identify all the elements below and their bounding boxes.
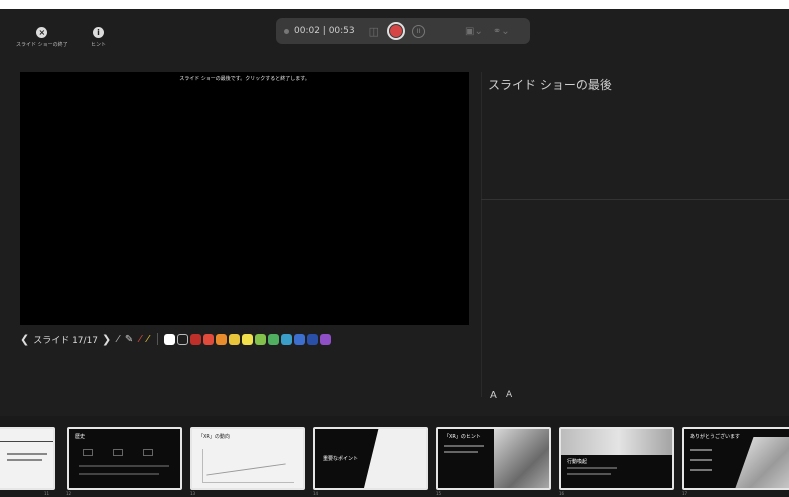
thumbnail-slide-14[interactable]: 重要なポイント [313,427,428,490]
pen-icon[interactable]: ✎ [125,334,133,345]
end-slideshow-label: スライド ショーの終了 [16,42,68,48]
presenter-view: × スライド ショーの終了 i ヒント 00:02 | 00:53 ◫ II ▣… [0,9,789,497]
previous-slide-button[interactable]: ❮ [20,333,29,346]
notes-title: スライド ショーの最後 [488,78,612,92]
record-button[interactable] [387,22,406,40]
thumbnail-title: ありがとうございます [690,434,741,440]
pause-button[interactable]: II [412,24,426,38]
thumbnail-title: 行動喚起 [567,459,588,465]
thumbnail-slide-17[interactable]: ありがとうございます [682,427,789,490]
slide-number-15: 15 [436,491,442,496]
thumbnail-title: 「XR」のヒント [444,434,481,440]
notes-border [481,72,482,397]
camera-icon[interactable]: ▣⌄ [465,26,483,37]
next-slide-button[interactable]: ❯ [102,333,111,346]
current-slide[interactable]: スライド ショーの最後です。クリックすると終了します。 [20,72,469,325]
pen-color-swatch[interactable] [319,333,331,345]
pen-color-swatch[interactable] [202,333,214,345]
record-icon [390,25,403,37]
slide-number-11: 11 [44,491,50,496]
thumbnail-title: 重要なポイント [323,456,359,462]
pen-color-swatch[interactable] [176,333,188,345]
recording-time: 00:02 | 00:53 [294,26,355,36]
notes-divider [481,199,789,200]
slide-counter: スライド 17/17 [33,335,99,346]
pen-color-palette [163,333,333,345]
slide-filmstrip: 11 歴史 12 「XR」の動向 13 重要なポイント 14 「XR」のヒント [0,416,789,497]
eraser-icon[interactable]: ⁄ [147,334,149,345]
slide-number-12: 12 [66,491,72,496]
pen-color-swatch[interactable] [241,333,253,345]
trash-icon[interactable]: ◫ [369,25,379,38]
thumbnail-slide-16[interactable]: 行動喚起 [559,427,674,490]
info-icon: i [93,27,104,38]
recording-bar: 00:02 | 00:53 ◫ II ▣⌄ ⚭⌄ [276,18,530,44]
pen-color-swatch[interactable] [228,333,240,345]
recording-status-icon [284,28,289,34]
microphone-icon[interactable]: ⚭⌄ [493,26,510,37]
thumbnail-slide-15[interactable]: 「XR」のヒント [436,427,551,490]
close-icon: × [36,27,48,38]
thumbnail-title: 歴史 [75,434,86,440]
slide-number-14: 14 [313,491,319,496]
pen-color-swatch[interactable] [267,333,279,345]
hint-label: ヒント [91,42,107,48]
notes-panel[interactable]: スライド ショーの最後 A A [481,72,789,401]
pen-color-swatch[interactable] [280,333,292,345]
toolbar-separator [156,333,158,345]
thumbnail-slide-11[interactable] [0,427,55,490]
slide-number-16: 16 [559,491,565,496]
increase-font-button[interactable]: A [490,390,497,401]
end-of-show-message: スライド ショーの最後です。クリックすると終了します。 [179,76,310,82]
laser-pointer-icon[interactable]: ⁄ [117,334,119,345]
pen-color-swatch[interactable] [189,333,201,345]
pen-color-swatch[interactable] [306,333,318,345]
end-slideshow-button[interactable]: × スライド ショーの終了 [16,27,68,48]
slide-number-17: 17 [682,491,688,496]
hint-button[interactable]: i ヒント [91,27,106,48]
pen-color-swatch[interactable] [254,333,266,345]
pen-color-swatch[interactable] [215,333,227,345]
highlighter-icon[interactable]: ⁄ [139,334,141,345]
thumbnail-slide-12[interactable]: 歴史 [67,427,182,490]
pen-color-swatch[interactable] [293,333,305,345]
decrease-font-button[interactable]: A [506,390,512,400]
thumbnail-title: 「XR」の動向 [198,434,230,440]
thumbnail-slide-13[interactable]: 「XR」の動向 [190,427,305,490]
slide-number-13: 13 [190,491,196,496]
pen-color-swatch[interactable] [163,333,175,345]
slide-toolbar: ❮ スライド 17/17 ❯ ⁄ ✎ ⁄ ⁄ [20,331,333,347]
